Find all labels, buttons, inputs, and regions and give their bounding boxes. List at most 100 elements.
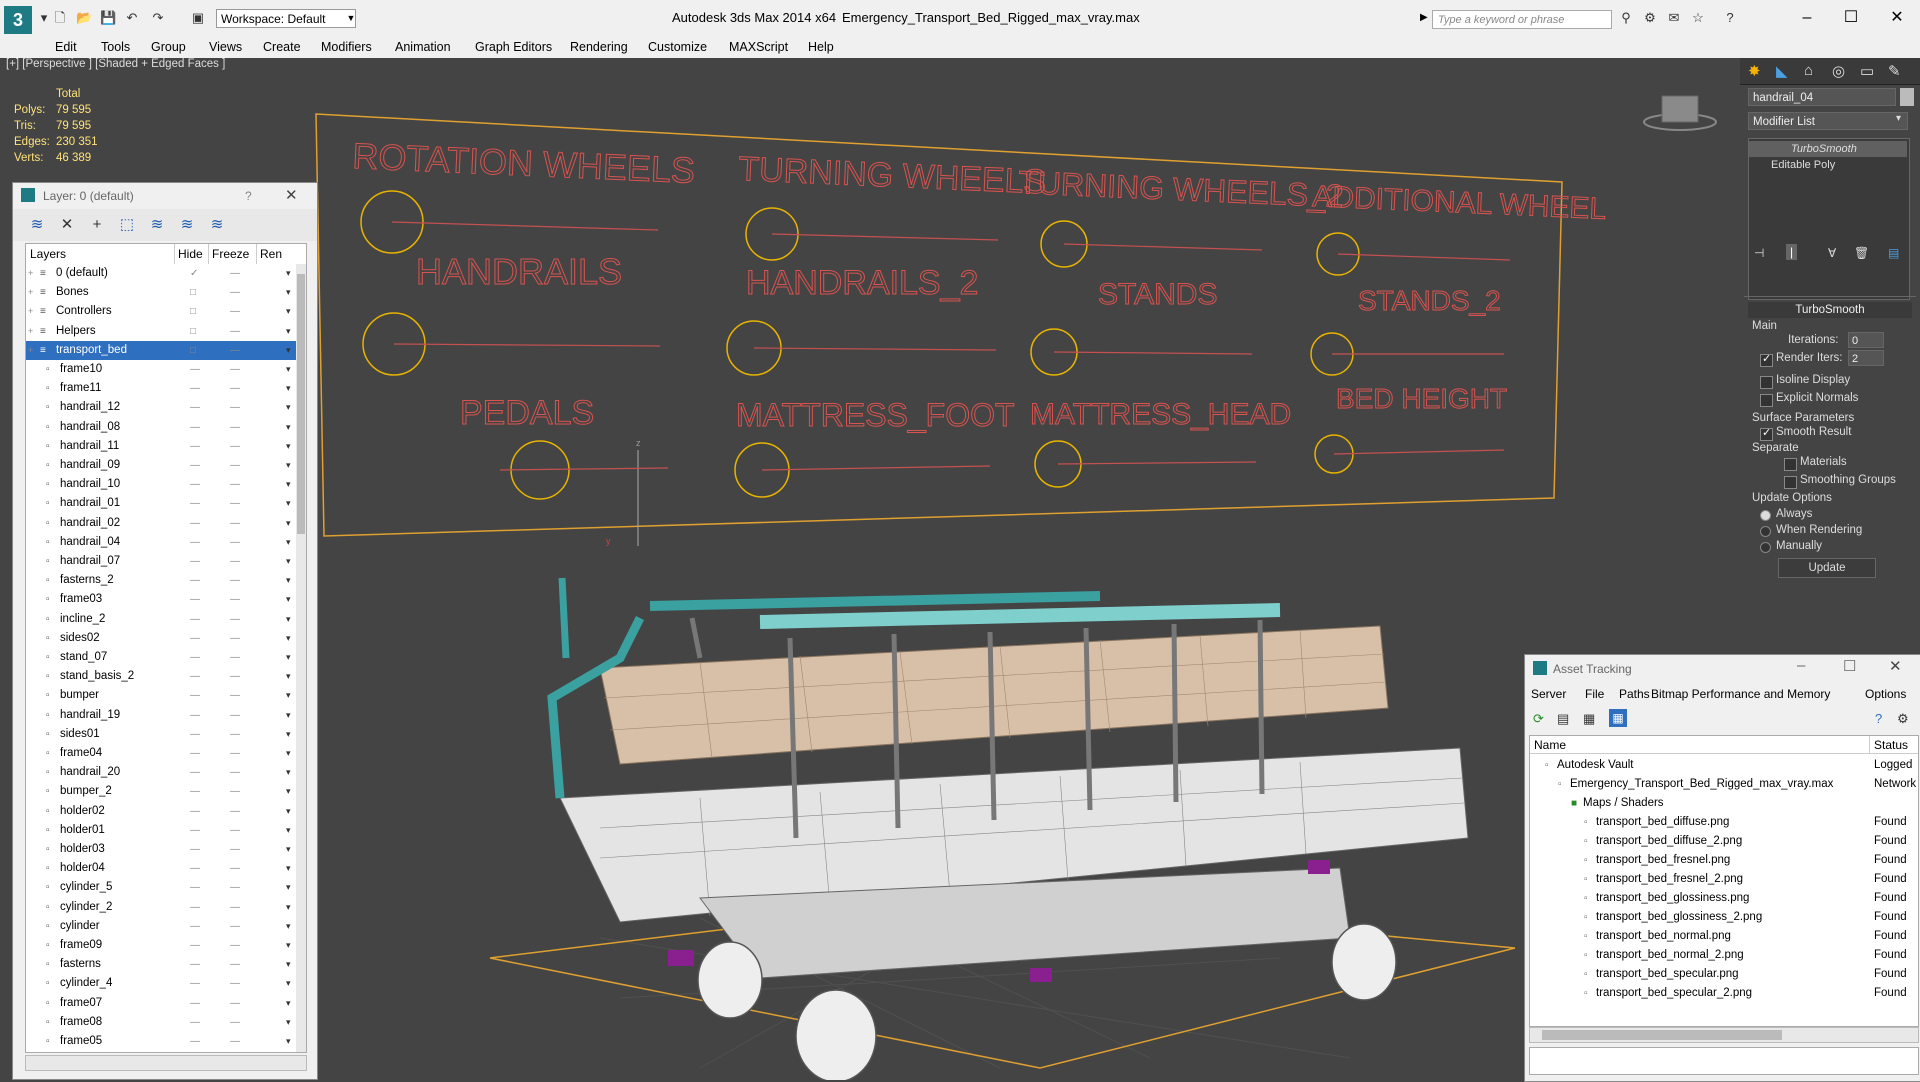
hide-toggle-icon[interactable]: — [190,437,202,456]
menu-modifiers[interactable]: Modifiers [321,40,372,54]
freeze-toggle-icon[interactable]: — [230,821,244,840]
help-icon[interactable]: ? [1875,711,1882,726]
menu-views[interactable]: Views [209,40,242,54]
menu-customize[interactable]: Customize [648,40,707,54]
menu-graph-editors[interactable]: Graph Editors [475,40,552,54]
render-toggle-icon[interactable]: ▾ [286,1032,291,1051]
subscription-icon[interactable]: ⚙ [1642,10,1658,26]
layer-row[interactable]: frame03 ▫ — — ▾ [26,590,296,609]
layer-row[interactable]: bumper ▫ — — ▾ [26,686,296,705]
render-toggle-icon[interactable]: ▾ [286,898,291,917]
settings-icon[interactable]: ⚙ [1897,711,1909,727]
close-icon[interactable]: ✕ [1889,657,1902,675]
hide-toggle-icon[interactable]: — [190,994,202,1013]
render-toggle-icon[interactable]: ▾ [286,917,291,936]
render-toggle-icon[interactable]: ▾ [286,744,291,763]
freeze-toggle-icon[interactable]: — [230,898,244,917]
new-file-icon[interactable]: 🗋 [52,10,68,26]
show-end-result-icon[interactable]: | [1786,244,1798,260]
render-toggle-icon[interactable]: ▾ [286,974,291,993]
render-toggle-icon[interactable]: ▾ [286,437,291,456]
freeze-toggle-icon[interactable]: — [230,475,244,494]
render-toggle-icon[interactable]: ▾ [286,878,291,897]
column-header-status[interactable]: Status [1870,736,1918,754]
utilities-tab-icon[interactable]: ✎ [1888,62,1901,80]
explicit-normals-checkbox[interactable] [1760,394,1773,407]
layer-row[interactable]: holder02 ▫ — — ▾ [26,802,296,821]
stack-item-turbosmooth[interactable]: TurboSmooth [1749,141,1907,157]
hide-toggle-icon[interactable]: — [190,725,202,744]
hide-toggle-icon[interactable]: □ [190,341,202,360]
render-toggle-icon[interactable]: ▾ [286,514,291,533]
asset-row[interactable]: ▫ transport_bed_diffuse_2.png Found [1530,832,1920,851]
freeze-toggle-icon[interactable]: — [230,917,244,936]
hide-toggle-icon[interactable]: — [190,1013,202,1032]
hide-toggle-icon[interactable]: — [190,936,202,955]
hide-toggle-icon[interactable]: — [190,1051,202,1052]
menu-server[interactable]: Server [1531,687,1566,701]
close-icon[interactable]: ✕ [285,186,298,204]
expand-icon[interactable]: + [28,341,33,360]
asset-row[interactable]: ▫ transport_bed_normal_2.png Found [1530,946,1920,965]
layer-row[interactable]: sides01 ▫ — — ▾ [26,725,296,744]
layer-row[interactable]: fasterns ▫ — — ▾ [26,955,296,974]
layer-row[interactable]: Bones ≡ + □ — ▾ [26,283,296,302]
layer-row[interactable]: handrail_08 ▫ — — ▾ [26,418,296,437]
motion-tab-icon[interactable]: ◎ [1832,62,1845,80]
render-toggle-icon[interactable]: ▾ [286,341,291,360]
hide-toggle-icon[interactable]: — [190,610,202,629]
hide-toggle-icon[interactable]: — [190,782,202,801]
hide-toggle-icon[interactable]: □ [190,283,202,302]
freeze-toggle-icon[interactable]: — [230,859,244,878]
render-toggle-icon[interactable]: ▾ [286,283,291,302]
freeze-toggle-icon[interactable]: — [230,744,244,763]
render-toggle-icon[interactable]: ▾ [286,936,291,955]
freeze-all-icon[interactable]: ≋ [207,215,227,235]
freeze-toggle-icon[interactable]: — [230,686,244,705]
freeze-toggle-icon[interactable]: — [230,725,244,744]
hide-toggle-icon[interactable]: — [190,706,202,725]
freeze-toggle-icon[interactable]: — [230,782,244,801]
hide-toggle-icon[interactable]: — [190,802,202,821]
column-header-freeze[interactable]: Freeze [208,244,257,264]
configure-sets-icon[interactable]: ▤ [1888,246,1899,260]
layer-row[interactable]: handrail_20 ▫ — — ▾ [26,763,296,782]
help-icon[interactable]: ? [245,189,252,203]
menu-create[interactable]: Create [263,40,301,54]
menu-maxscript[interactable]: MAXScript [729,40,788,54]
hide-toggle-icon[interactable]: — [190,648,202,667]
layer-row[interactable]: incline_2 ▫ — — ▾ [26,610,296,629]
render-toggle-icon[interactable]: ▾ [286,456,291,475]
save-file-icon[interactable]: 💾 [100,10,116,26]
hide-toggle-icon[interactable]: — [190,456,202,475]
hide-all-icon[interactable]: ≋ [177,215,197,235]
isoline-display-checkbox[interactable] [1760,376,1773,389]
asset-row[interactable]: ▫ transport_bed_normal.png Found [1530,927,1920,946]
app-menu-arrow-icon[interactable]: ▾ [36,10,52,26]
freeze-toggle-icon[interactable]: — [230,398,244,417]
render-toggle-icon[interactable]: ▾ [286,1013,291,1032]
freeze-toggle-icon[interactable]: — [230,552,244,571]
freeze-toggle-icon[interactable]: — [230,514,244,533]
smoothing-groups-checkbox[interactable] [1784,476,1797,489]
layer-row[interactable]: handrail_19 ▫ — — ▾ [26,706,296,725]
asset-row[interactable]: ▫ transport_bed_glossiness.png Found [1530,889,1920,908]
hide-toggle-icon[interactable]: — [190,418,202,437]
render-toggle-icon[interactable]: ▾ [286,802,291,821]
render-toggle-icon[interactable]: ▾ [286,629,291,648]
always-radio[interactable] [1760,510,1771,521]
menu-group[interactable]: Group [151,40,186,54]
render-toggle-icon[interactable]: ▾ [286,686,291,705]
render-toggle-icon[interactable]: ▾ [286,494,291,513]
hierarchy-tab-icon[interactable]: ⌂ [1804,62,1813,79]
hide-toggle-icon[interactable]: — [190,744,202,763]
layer-row[interactable]: 0 (default) ≡ + ✓ — ▾ [26,264,296,283]
project-folder-icon[interactable]: ▣ [190,10,206,26]
layer-row[interactable]: stand_basis_2 ▫ — — ▾ [26,667,296,686]
render-toggle-icon[interactable]: ▾ [286,590,291,609]
layer-row[interactable]: frame11 ▫ — — ▾ [26,379,296,398]
modifier-list-dropdown[interactable]: Modifier List [1748,112,1908,130]
layer-row[interactable]: handrail_07 ▫ — — ▾ [26,552,296,571]
refresh-icon[interactable]: ⟳ [1533,711,1544,727]
hide-toggle-icon[interactable]: — [190,763,202,782]
